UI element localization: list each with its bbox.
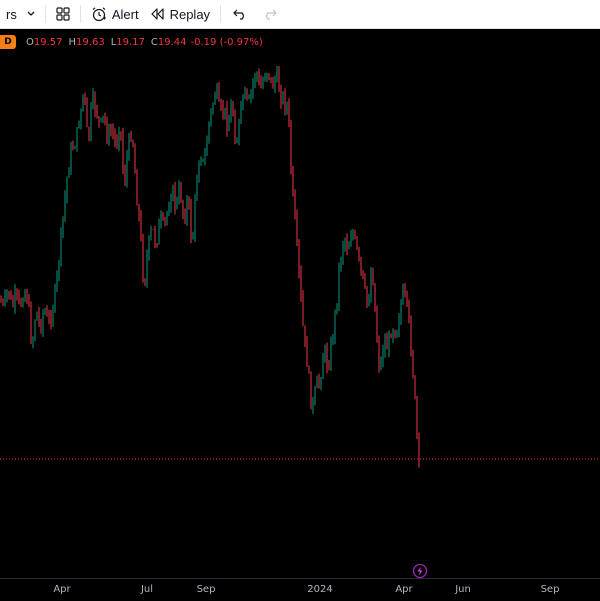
high-value: 19.63 [76,36,105,48]
close-key: C [150,36,158,48]
time-axis-tick-label: Apr [395,584,413,595]
time-axis-tick-label: Sep [540,584,560,595]
redo-icon[interactable] [255,0,285,29]
lightning-event-icon[interactable] [412,563,428,579]
toolbar-divider [79,5,81,23]
toolbar-divider [220,5,222,23]
change-value: -0.19 (-0.97%) [190,36,263,48]
ohlc-legend: D O 19.57 H 19.63 L 19.17 C 19.44 -0.19 (-0.… [0,35,263,49]
chevron-down-icon[interactable] [23,0,41,29]
toolbar-divider [44,5,46,23]
time-axis-tick-label: Jun [455,584,471,595]
alarm-clock-icon [91,6,107,22]
replay-button[interactable]: Replay [145,0,216,29]
replay-rewind-icon [150,8,165,20]
undo-icon[interactable] [225,0,255,29]
low-value: 19.17 [116,36,145,48]
time-axis-tick-label: Sep [196,584,216,595]
time-axis-tick-label: Apr [53,584,71,595]
time-axis[interactable]: Apr Jul Sep 2024 Apr Jun Sep [0,578,600,601]
price-chart[interactable] [0,30,600,578]
interval-badge[interactable]: D [0,35,16,49]
alert-button[interactable]: Alert [85,0,145,29]
high-key: H [68,36,77,48]
open-key: O [26,36,34,48]
indicators-button[interactable]: rs [0,0,23,29]
top-toolbar: rs Alert Replay [0,0,600,29]
time-axis-tick-label: Jul [140,584,154,595]
replay-label: Replay [169,6,211,22]
close-value: 19.44 [157,36,187,48]
time-axis-tick-label: 2024 [307,584,333,595]
templates-grid-icon[interactable] [50,0,76,29]
indicators-label: rs [6,6,17,22]
alert-label: Alert [111,6,139,22]
open-value: 19.57 [33,36,63,48]
